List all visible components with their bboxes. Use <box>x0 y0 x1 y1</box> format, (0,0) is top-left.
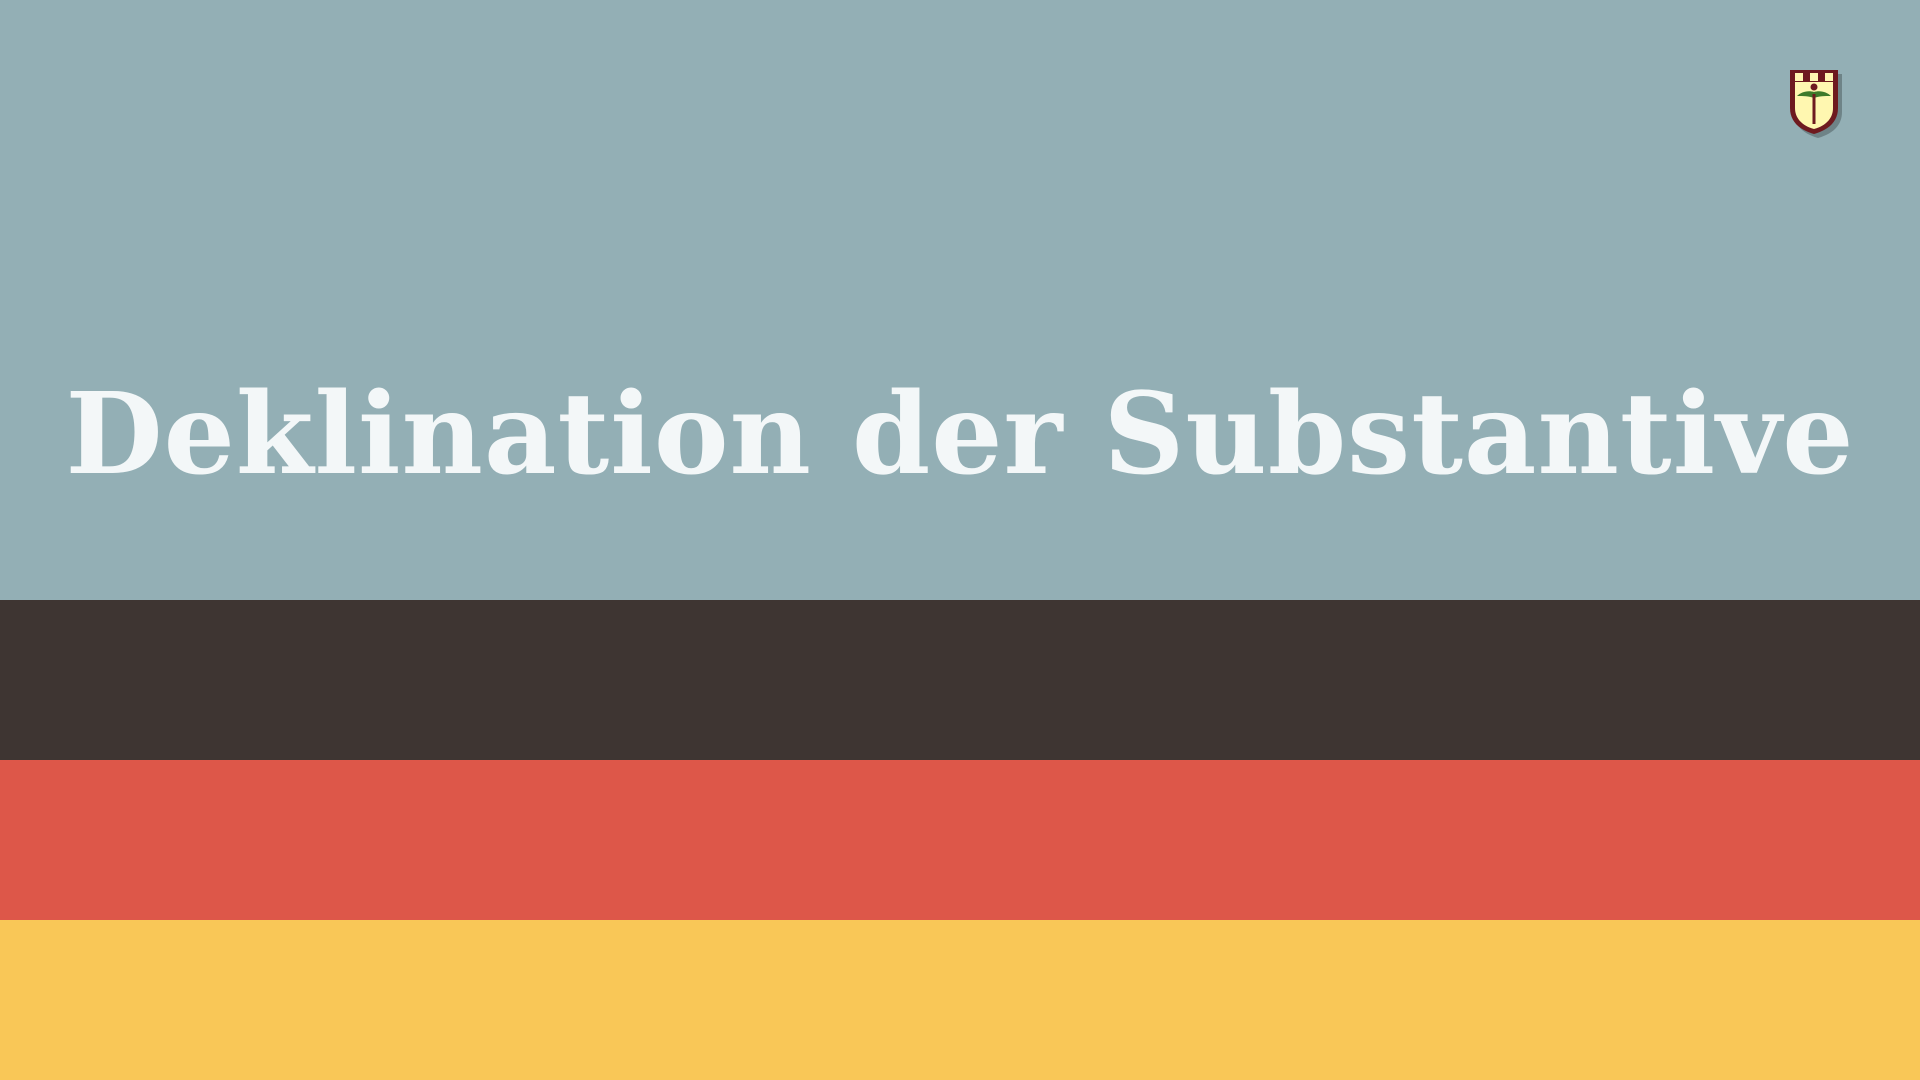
slide-title: Deklination der Substantive <box>65 369 1855 500</box>
black-band <box>0 600 1920 760</box>
shield-logo-icon <box>1788 68 1844 140</box>
slide: Deklination der Substantive <box>0 0 1920 1080</box>
gold-band <box>0 920 1920 1080</box>
top-band <box>0 0 1920 600</box>
red-band <box>0 760 1920 920</box>
